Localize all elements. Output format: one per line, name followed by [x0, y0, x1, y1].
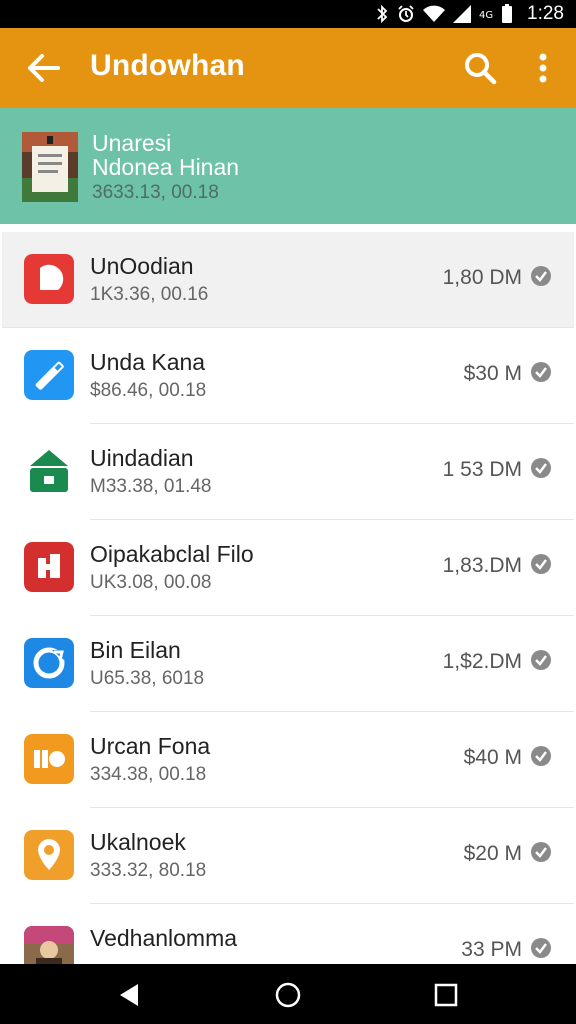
header-subtitle: Ndonea Hinan — [92, 154, 240, 180]
check-circle-icon — [531, 842, 551, 862]
item-size: $40 M — [463, 746, 522, 769]
item-subtitle: U65.38, 6018 — [90, 668, 205, 689]
item-subtitle: M33.38, 01.48 — [90, 476, 212, 497]
app-bar: Undowhan — [0, 28, 576, 108]
download-header-card[interactable]: Unaresi Ndonea Hinan 3633.13, 00.18 — [0, 108, 576, 224]
item-size: 1,$2.DM — [442, 650, 522, 673]
header-title: Unaresi — [92, 130, 172, 156]
item-subtitle: 333.32, 80.18 — [90, 860, 207, 881]
photo-thumb-icon — [24, 926, 74, 964]
item-subtitle: 334.38, 00.18 — [90, 764, 207, 785]
svg-text:4G: 4G — [479, 10, 493, 21]
item-title: Unda Kana — [90, 349, 206, 375]
nav-home-button[interactable] — [274, 981, 302, 1009]
check-circle-icon — [531, 362, 551, 382]
more-vert-icon — [539, 53, 547, 83]
check-circle-icon — [531, 266, 551, 286]
nav-back-icon — [120, 984, 138, 1006]
bluetooth-icon — [377, 5, 388, 23]
shape-icon — [24, 254, 74, 304]
check-circle-icon — [531, 554, 551, 574]
circle-arrow-icon — [24, 638, 74, 688]
status-time: 1:28 — [527, 3, 564, 24]
search-icon — [465, 53, 497, 85]
page-title: Undowhan — [90, 49, 245, 82]
search-button[interactable] — [462, 50, 498, 86]
list-item[interactable]: Uindadian M33.38, 01.48 1 53 DM — [2, 424, 574, 520]
item-size: $20 M — [463, 842, 522, 865]
item-subtitle: 1K3.36, 00.16 — [90, 284, 209, 305]
usb-icon — [24, 350, 74, 400]
film-icon — [24, 542, 74, 592]
arrow-left-icon — [28, 54, 60, 82]
item-subtitle: UK3.08, 00.08 — [90, 572, 212, 593]
battery-icon — [502, 4, 513, 23]
list-item[interactable]: Bin Eilan U65.38, 6018 1,$2.DM — [2, 616, 574, 712]
nav-back-button[interactable] — [116, 981, 144, 1009]
item-size: 33 PM — [461, 938, 522, 961]
item-size: $30 M — [463, 362, 522, 385]
signal-icon — [453, 5, 472, 23]
wifi-icon — [423, 5, 446, 22]
check-circle-icon — [531, 650, 551, 670]
alarm-icon — [398, 5, 414, 22]
item-title: Urcan Fona — [90, 733, 211, 759]
item-size: 1,80 DM — [442, 266, 522, 289]
item-title: Ukalnoek — [90, 829, 186, 855]
nav-recents-button[interactable] — [432, 981, 460, 1009]
folder-icon — [24, 734, 74, 784]
header-meta: 3633.13, 00.18 — [92, 182, 219, 203]
check-circle-icon — [531, 746, 551, 766]
header-thumbnail-icon — [22, 132, 78, 202]
item-size: 1 53 DM — [442, 458, 522, 481]
item-title: Bin Eilan — [90, 637, 181, 663]
check-circle-icon — [531, 938, 551, 958]
item-title: UnOodian — [90, 253, 194, 279]
list-item[interactable]: UnOodian 1K3.36, 00.16 1,80 DM — [2, 232, 574, 328]
more-options-button[interactable] — [530, 50, 556, 86]
item-title: Uindadian — [90, 445, 194, 471]
house-bag-icon — [24, 446, 74, 496]
data-icon: 4G — [479, 10, 493, 21]
item-size: 1,83.DM — [442, 554, 522, 577]
check-circle-icon — [531, 458, 551, 478]
list-item[interactable]: Urcan Fona 334.38, 00.18 $40 M — [2, 712, 574, 808]
status-bar: 4G 1:28 — [0, 0, 576, 28]
status-icons: 4G 1:28 — [375, 0, 564, 28]
item-subtitle: $86.46, 00.18 — [90, 380, 207, 401]
nav-recents-icon — [434, 983, 458, 1007]
list-item[interactable]: Unda Kana $86.46, 00.18 $30 M — [2, 328, 574, 424]
nav-home-icon — [275, 982, 301, 1008]
navigation-bar — [0, 964, 576, 1024]
back-button[interactable] — [26, 52, 62, 84]
location-pin-icon — [24, 830, 74, 880]
list-item[interactable]: Ukalnoek 333.32, 80.18 $20 M — [2, 808, 574, 904]
item-title: Oipakabclal Filo — [90, 541, 254, 567]
list-item[interactable]: Vedhanlomma 33 PM — [2, 904, 574, 964]
list-item[interactable]: Oipakabclal Filo UK3.08, 00.08 1,83.DM — [2, 520, 574, 616]
download-list[interactable]: UnOodian 1K3.36, 00.16 1,80 DM Unda Kana… — [2, 232, 574, 964]
item-title: Vedhanlomma — [90, 925, 238, 951]
